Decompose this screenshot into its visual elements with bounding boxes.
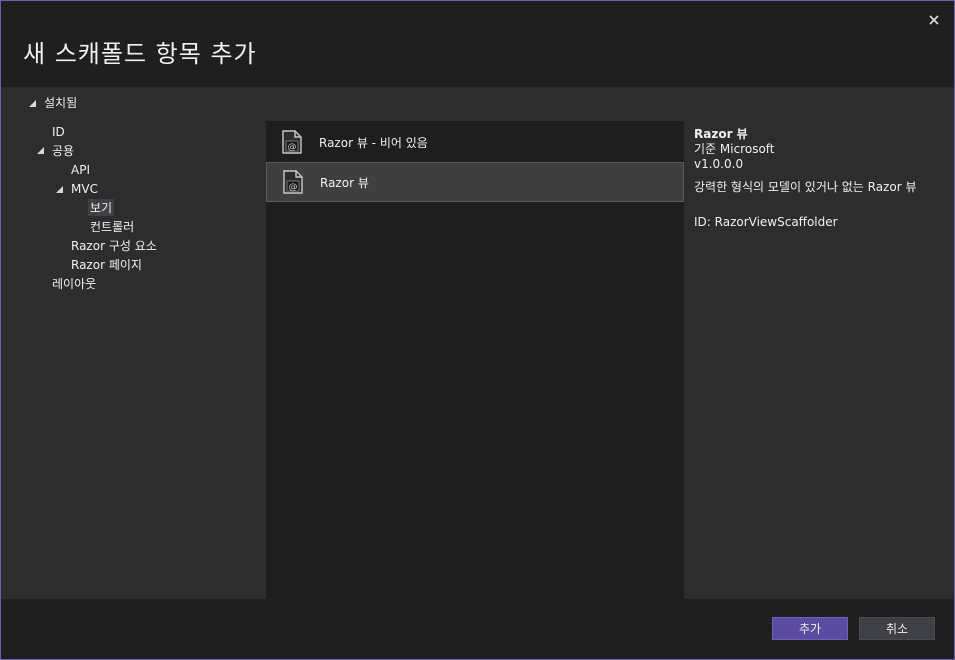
dialog-body: 설치됨 ID 공용 API MVC 보기 컨트롤러 Razor 구성 요소 Ra… (1, 87, 954, 599)
tree-item-label: 컨트롤러 (90, 219, 135, 234)
template-label: Razor 뷰 - 비어 있음 (319, 135, 428, 150)
expand-triangle-icon[interactable] (56, 186, 63, 193)
tree-item-label: ID (52, 125, 65, 139)
tree-item-label: MVC (71, 182, 98, 196)
details-author: 기준 Microsoft (694, 142, 775, 156)
dialog-title: 새 스캐폴드 항목 추가 (23, 40, 257, 68)
details-id: ID: RazorViewScaffolder (694, 215, 838, 229)
tree-item-razor-components[interactable]: Razor 구성 요소 (71, 236, 157, 254)
add-scaffold-dialog: 새 스캐폴드 항목 추가 설치됨 ID 공용 API MVC 보기 컨트롤러 R… (0, 0, 955, 660)
details-version: v1.0.0.0 (694, 157, 744, 171)
close-icon (929, 15, 939, 25)
tree-item-controllers[interactable]: 컨트롤러 (90, 217, 134, 235)
template-item-razor-view-empty[interactable]: @ Razor 뷰 - 비어 있음 (266, 123, 682, 161)
cancel-button[interactable]: 취소 (859, 617, 935, 640)
tree-item-common[interactable]: 공용 (37, 141, 74, 159)
tree-item-views[interactable]: 보기 (88, 198, 115, 216)
tree-item-label: Razor 페이지 (71, 257, 142, 272)
expand-triangle-icon (29, 99, 36, 107)
svg-text:@: @ (289, 183, 298, 193)
dialog-footer: 추가 취소 (1, 599, 954, 659)
details-name: Razor 뷰 (694, 127, 748, 141)
template-item-razor-view[interactable]: @ Razor 뷰 (266, 162, 684, 202)
tree-item-label: 레이아웃 (52, 276, 97, 291)
template-list: @ Razor 뷰 - 비어 있음 @ Razor 뷰 (266, 121, 684, 599)
tree-root-label: 설치됨 (44, 96, 78, 110)
razor-file-icon: @ (281, 130, 303, 154)
template-label: Razor 뷰 (320, 175, 369, 190)
dialog-header: 새 스캐폴드 항목 추가 (1, 1, 954, 87)
close-button[interactable] (924, 10, 944, 30)
svg-text:@: @ (288, 143, 297, 153)
template-details: Razor 뷰 기준 Microsoft v1.0.0.0 강력한 형식의 모델… (694, 127, 934, 230)
tree-item-label: API (71, 163, 90, 177)
add-button[interactable]: 추가 (772, 617, 848, 640)
details-description: 강력한 형식의 모델이 있거나 없는 Razor 뷰 (694, 180, 917, 194)
tree-item-label: 공용 (52, 143, 75, 158)
tree-item-layout[interactable]: 레이아웃 (52, 274, 96, 292)
tree-root-installed[interactable]: 설치됨 (29, 94, 77, 111)
tree-item-label: Razor 구성 요소 (71, 238, 157, 253)
expand-triangle-icon[interactable] (37, 147, 44, 154)
tree-item-mvc[interactable]: MVC (56, 180, 98, 198)
razor-file-icon: @ (282, 170, 304, 194)
tree-item-label: 보기 (88, 198, 115, 216)
tree-item-id[interactable]: ID (52, 123, 65, 141)
tree-item-api[interactable]: API (71, 161, 90, 179)
tree-item-razor-pages[interactable]: Razor 페이지 (71, 255, 142, 273)
